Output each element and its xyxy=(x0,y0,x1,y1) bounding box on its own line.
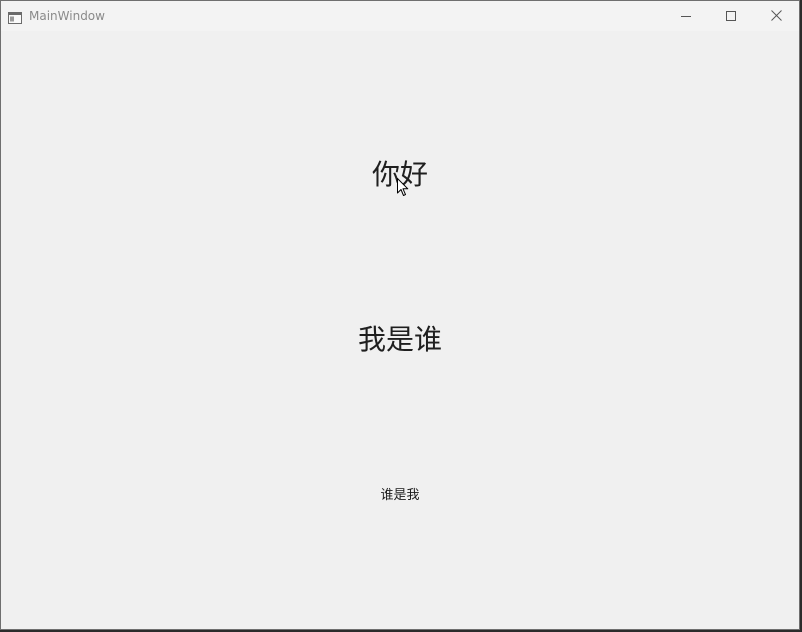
title-bar[interactable]: MainWindow xyxy=(1,1,799,31)
maximize-button[interactable] xyxy=(708,1,754,30)
main-window: MainWindow 你好 我是谁 谁是我 xyxy=(0,0,800,630)
close-button[interactable] xyxy=(753,1,799,30)
who-is-me-label: 谁是我 xyxy=(380,488,420,503)
who-am-i-label: 我是谁 xyxy=(357,323,442,356)
maximize-icon xyxy=(726,10,736,21)
app-window-icon xyxy=(8,9,22,24)
window-title: MainWindow xyxy=(29,9,105,23)
minimize-button[interactable] xyxy=(663,1,709,30)
minimize-icon xyxy=(681,11,691,21)
hello-label: 你好 xyxy=(371,158,428,191)
close-icon xyxy=(770,10,782,21)
client-area: 你好 我是谁 谁是我 xyxy=(1,31,799,629)
